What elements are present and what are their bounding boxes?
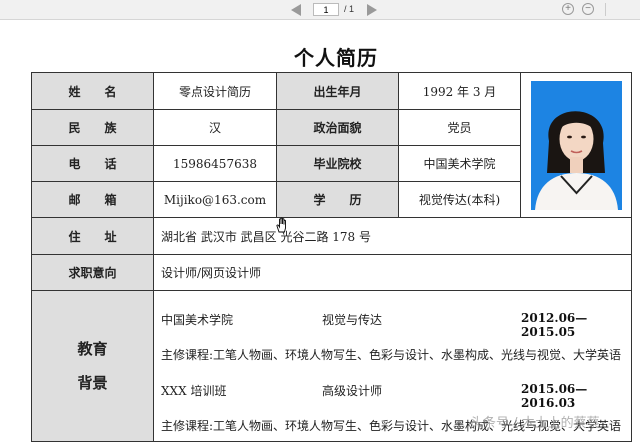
toolbar-divider	[605, 3, 606, 16]
education-institution: 中国美术学院	[161, 313, 234, 327]
intent-value: 设计师/网页设计师	[153, 254, 632, 291]
name-value: 零点设计简历	[153, 72, 277, 110]
political-label: 政治面貌	[276, 109, 399, 146]
name-label: 姓 名	[31, 72, 154, 110]
next-page-icon[interactable]	[367, 4, 377, 16]
phone-value: 15986457638	[153, 145, 277, 182]
birth-value: 1992 年 3 月	[398, 72, 521, 110]
education-label-line-1: 教育	[77, 340, 108, 358]
phone-label: 电 话	[31, 145, 154, 182]
resume-title: 个人简历	[294, 46, 378, 70]
watermark: 头条号 / 木土上的蔡蔡	[470, 416, 600, 431]
email-value: Mijiko@163.com	[153, 181, 277, 218]
degree-value: 视觉传达(本科)	[398, 181, 521, 218]
school-value: 中国美术学院	[398, 145, 521, 182]
hand-cursor-icon	[276, 217, 286, 233]
profile-photo	[530, 80, 622, 210]
education-dates: 2015.06—2016.03	[521, 382, 588, 410]
school-label: 毕业院校	[276, 145, 399, 182]
page-total: / 1	[344, 4, 355, 14]
photo-cell	[520, 72, 632, 218]
pdf-toolbar: / 1 + −	[0, 0, 640, 20]
education-major: 视觉与传达	[322, 313, 383, 327]
education-dates: 2012.06—2015.05	[521, 311, 588, 339]
education-label-line-2: 背景	[77, 374, 108, 392]
address-value: 湖北省 武汉市 武昌区 光谷二路 178 号	[153, 217, 632, 255]
intent-label: 求职意向	[31, 254, 154, 291]
political-value: 党员	[398, 109, 521, 146]
page-number-input[interactable]	[313, 3, 339, 16]
zoom-in-icon[interactable]: +	[562, 3, 574, 15]
birth-label: 出生年月	[276, 72, 399, 110]
email-label: 邮 箱	[31, 181, 154, 218]
degree-label: 学 历	[276, 181, 399, 218]
resume-table: 姓 名 零点设计简历 出生年月 1992 年 3 月 民 族 汉 政治面貌 党员…	[31, 72, 632, 442]
address-label: 住 址	[31, 217, 154, 255]
previous-page-icon[interactable]	[291, 4, 301, 16]
zoom-out-icon[interactable]: −	[582, 3, 594, 15]
education-label: 教育 背景	[31, 290, 154, 442]
education-institution: XXX 培训班	[161, 384, 227, 398]
education-courses: 主修课程:工笔人物画、环境人物写生、色彩与设计、水墨构成、光线与视觉、大学英语	[161, 348, 622, 362]
ethnic-label: 民 族	[31, 109, 154, 146]
ethnic-value: 汉	[153, 109, 277, 146]
education-major: 高级设计师	[322, 384, 383, 398]
